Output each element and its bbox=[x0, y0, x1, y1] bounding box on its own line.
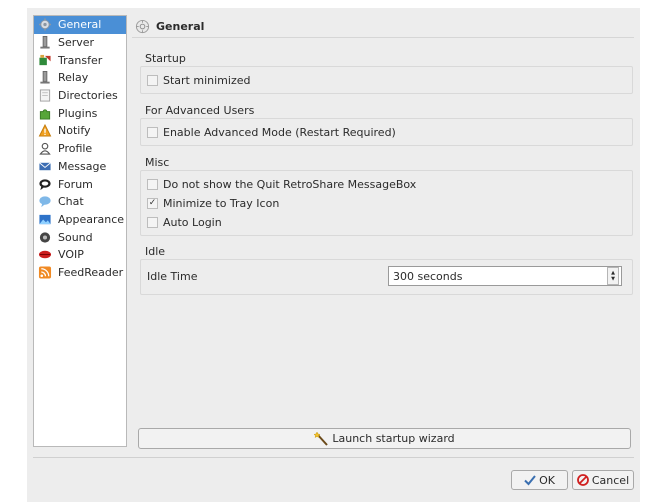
sidebar-item-label: Message bbox=[58, 159, 107, 173]
chat-icon bbox=[37, 195, 52, 208]
sidebar-item-forum[interactable]: Forum bbox=[34, 175, 126, 193]
gear-icon bbox=[37, 18, 52, 31]
minimize-tray-checkbox[interactable]: ✓ bbox=[147, 198, 158, 209]
sidebar: General Server Transfer Relay Directorie… bbox=[33, 15, 127, 447]
idle-group-title: Idle bbox=[145, 245, 166, 258]
sidebar-item-label: Chat bbox=[58, 195, 84, 209]
voip-lips-icon bbox=[37, 248, 52, 261]
sidebar-item-label: Server bbox=[58, 36, 95, 50]
sidebar-item-plugins[interactable]: Plugins bbox=[34, 104, 126, 122]
sidebar-item-profile[interactable]: Profile bbox=[34, 140, 126, 158]
sidebar-item-label: Profile bbox=[58, 142, 93, 156]
idle-time-label: Idle Time bbox=[147, 270, 198, 283]
folder-icon bbox=[37, 89, 52, 102]
cancel-button[interactable]: Cancel bbox=[572, 470, 634, 490]
server-icon bbox=[37, 36, 52, 49]
sidebar-item-chat[interactable]: Chat bbox=[34, 193, 126, 211]
idle-time-value[interactable]: 300 seconds bbox=[389, 270, 607, 283]
puzzle-icon bbox=[37, 107, 52, 120]
startup-group-title: Startup bbox=[145, 52, 186, 65]
misc-group-title: Misc bbox=[145, 156, 170, 169]
checkmark-icon bbox=[524, 474, 536, 486]
magic-wand-icon bbox=[313, 430, 330, 446]
speaker-icon bbox=[37, 231, 52, 244]
start-minimized-option[interactable]: Start minimized bbox=[147, 74, 250, 87]
sidebar-item-label: Directories bbox=[58, 89, 118, 103]
sidebar-item-server[interactable]: Server bbox=[34, 34, 126, 52]
sidebar-item-label: General bbox=[58, 18, 102, 32]
auto-login-checkbox[interactable] bbox=[147, 217, 158, 228]
warning-icon bbox=[37, 124, 52, 138]
sidebar-item-notify[interactable]: Notify bbox=[34, 122, 126, 140]
auto-login-option[interactable]: Auto Login bbox=[147, 216, 222, 229]
page-header: General bbox=[132, 15, 634, 38]
enable-advanced-option[interactable]: Enable Advanced Mode (Restart Required) bbox=[147, 126, 396, 139]
sidebar-item-label: Notify bbox=[58, 124, 91, 138]
sidebar-item-sound[interactable]: Sound bbox=[34, 228, 126, 246]
launch-wizard-button[interactable]: Launch startup wizard bbox=[138, 428, 631, 449]
start-minimized-checkbox[interactable] bbox=[147, 75, 158, 86]
no-quit-messagebox-checkbox[interactable] bbox=[147, 179, 158, 190]
idle-time-spinbox[interactable]: 300 seconds ▲ ▼ bbox=[388, 266, 622, 286]
sidebar-item-label: Transfer bbox=[58, 53, 103, 67]
sidebar-item-label: Sound bbox=[58, 230, 93, 244]
sidebar-item-transfer[interactable]: Transfer bbox=[34, 51, 126, 69]
sidebar-item-label: Forum bbox=[58, 177, 93, 191]
sidebar-item-relay[interactable]: Relay bbox=[34, 69, 126, 87]
sidebar-item-label: Relay bbox=[58, 71, 89, 85]
minimize-tray-option[interactable]: ✓ Minimize to Tray Icon bbox=[147, 197, 279, 210]
transfer-icon bbox=[37, 54, 52, 67]
spin-arrows-icon[interactable]: ▲ ▼ bbox=[607, 267, 619, 285]
sidebar-item-feedreader[interactable]: FeedReader bbox=[34, 264, 126, 282]
sidebar-item-general[interactable]: General bbox=[34, 16, 126, 34]
person-icon bbox=[37, 142, 52, 155]
gear-icon bbox=[134, 18, 150, 34]
sidebar-item-label: Appearance bbox=[58, 212, 125, 226]
message-icon bbox=[37, 160, 52, 173]
no-quit-messagebox-option[interactable]: Do not show the Quit RetroShare MessageB… bbox=[147, 178, 416, 191]
page-title: General bbox=[156, 19, 205, 33]
advanced-group-title: For Advanced Users bbox=[145, 104, 255, 117]
start-minimized-label: Start minimized bbox=[163, 74, 251, 87]
ok-label: OK bbox=[539, 473, 555, 487]
sidebar-item-appearance[interactable]: Appearance bbox=[34, 211, 126, 229]
sidebar-item-directories[interactable]: Directories bbox=[34, 87, 126, 105]
relay-icon bbox=[37, 71, 52, 84]
minimize-tray-label: Minimize to Tray Icon bbox=[163, 197, 280, 210]
no-quit-messagebox-label: Do not show the Quit RetroShare MessageB… bbox=[163, 178, 417, 191]
sidebar-item-message[interactable]: Message bbox=[34, 158, 126, 176]
rss-icon bbox=[37, 266, 52, 279]
sidebar-item-voip[interactable]: VOIP bbox=[34, 246, 126, 264]
sidebar-item-label: FeedReader bbox=[58, 265, 124, 279]
enable-advanced-label: Enable Advanced Mode (Restart Required) bbox=[163, 126, 396, 139]
sidebar-item-label: VOIP bbox=[58, 248, 84, 262]
forum-icon bbox=[37, 178, 52, 191]
cancel-icon bbox=[576, 474, 589, 486]
sidebar-item-label: Plugins bbox=[58, 106, 98, 120]
auto-login-label: Auto Login bbox=[163, 216, 222, 229]
footer-divider bbox=[33, 457, 634, 458]
ok-button[interactable]: OK bbox=[511, 470, 568, 490]
appearance-icon bbox=[37, 213, 52, 226]
cancel-label: Cancel bbox=[591, 473, 630, 487]
launch-wizard-label: Launch startup wizard bbox=[332, 432, 455, 445]
preferences-window: General Server Transfer Relay Directorie… bbox=[27, 8, 640, 502]
enable-advanced-checkbox[interactable] bbox=[147, 127, 158, 138]
